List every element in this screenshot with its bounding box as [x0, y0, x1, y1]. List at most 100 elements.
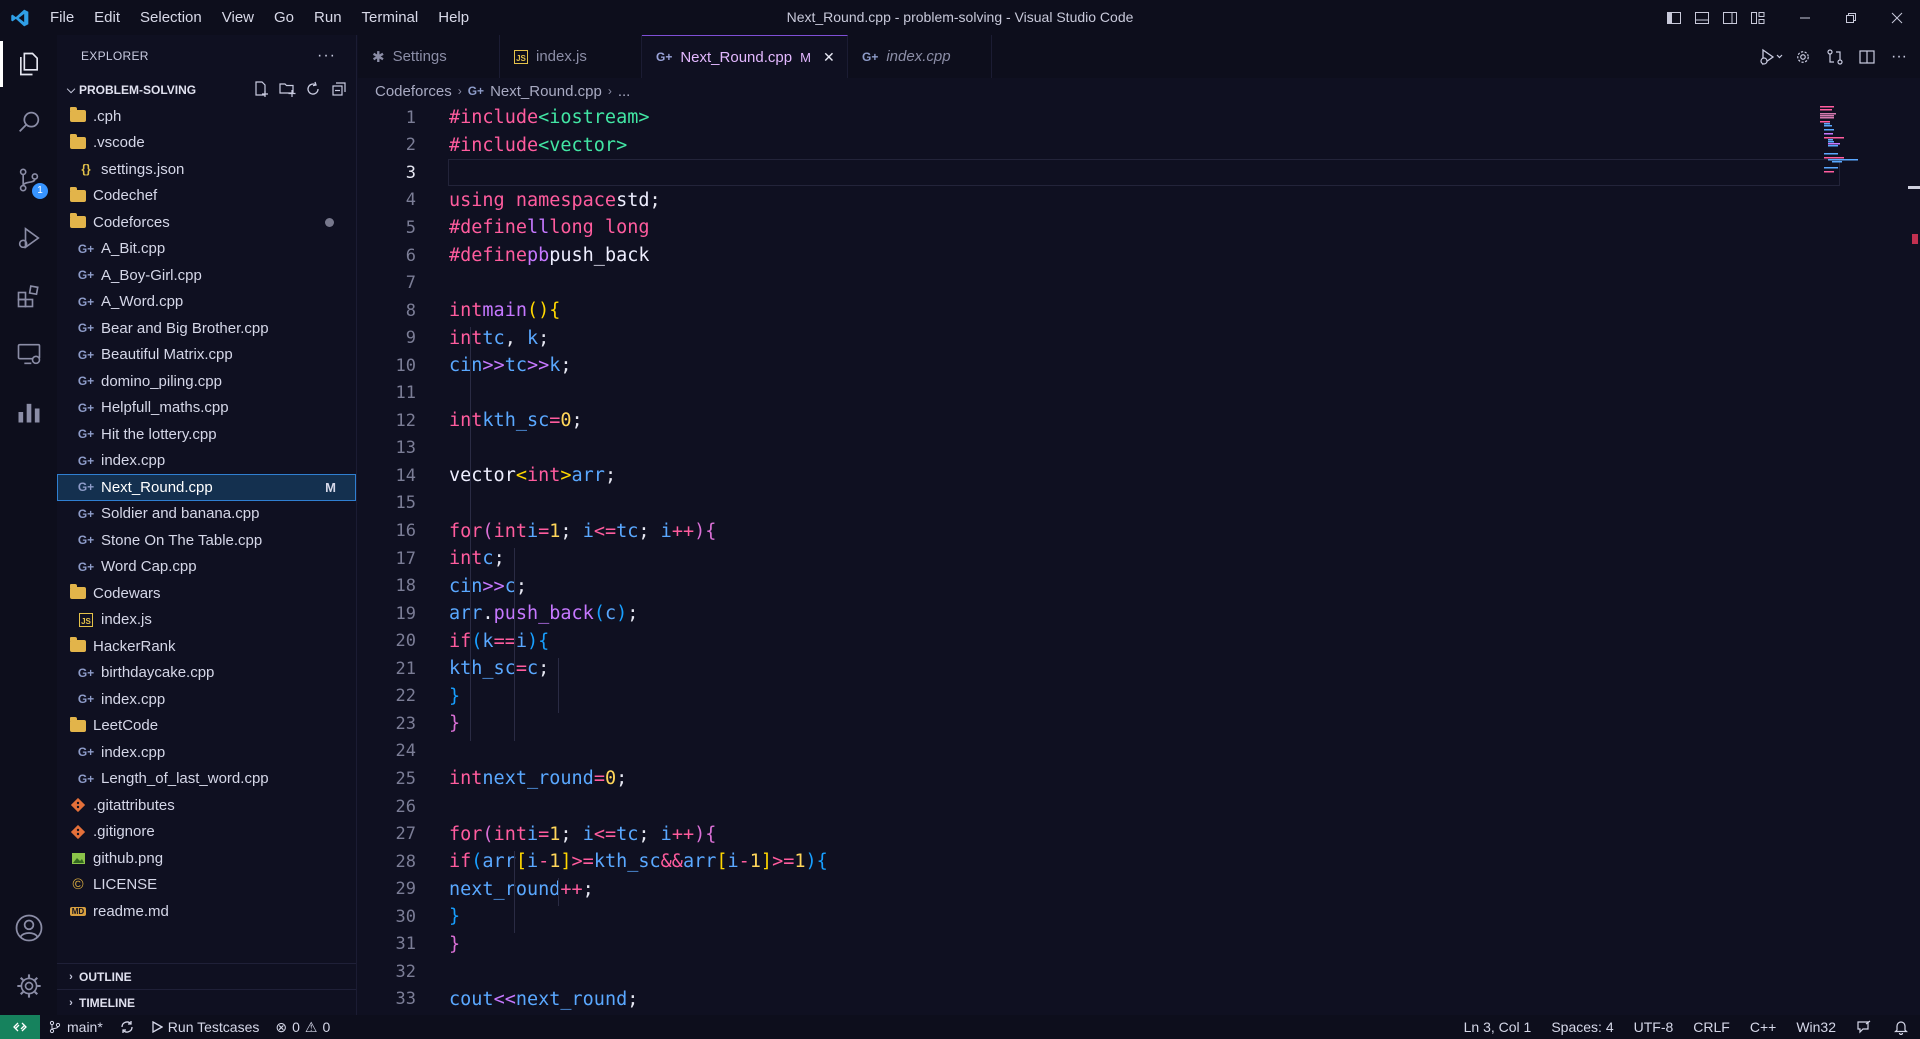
toggle-secondary-sidebar-icon[interactable] — [1716, 0, 1744, 35]
tree-file[interactable]: © LICENSE — [57, 872, 356, 899]
menu-terminal[interactable]: Terminal — [352, 0, 429, 35]
menu-view[interactable]: View — [212, 0, 264, 35]
remote-explorer-icon[interactable] — [0, 325, 57, 383]
tree-file[interactable]: JS index.js — [57, 607, 356, 634]
tree-file[interactable]: .gitattributes — [57, 792, 356, 819]
close-tab-icon[interactable]: ✕ — [823, 49, 835, 66]
problems-indicator[interactable]: ⊗ 0 ⚠ 0 — [267, 1015, 338, 1039]
notifications-bell-icon[interactable] — [1882, 1015, 1920, 1039]
tree-file[interactable]: G+ Soldier and banana.cpp — [57, 501, 356, 528]
settings-gear-icon[interactable] — [1790, 44, 1816, 70]
branch-indicator[interactable]: main* — [40, 1015, 111, 1039]
refresh-icon[interactable] — [304, 80, 322, 101]
menu-go[interactable]: Go — [264, 0, 304, 35]
toggle-panel-icon[interactable] — [1688, 0, 1716, 35]
end-of-line[interactable]: CRLF — [1683, 1015, 1740, 1039]
charts-icon[interactable] — [0, 383, 57, 441]
code-line[interactable]: next_round ++; — [449, 875, 594, 903]
code-line[interactable]: #define pb push_back — [449, 242, 650, 270]
tab-settings[interactable]: ✱ Settings — [358, 35, 500, 78]
code-line[interactable]: using namespace std; — [449, 187, 661, 215]
tree-file[interactable]: G+ index.cpp — [57, 739, 356, 766]
tree-folder[interactable]: HackerRank — [57, 633, 356, 660]
open-changes-icon[interactable] — [1822, 44, 1848, 70]
outline-section[interactable]: › OUTLINE — [57, 963, 356, 989]
new-file-icon[interactable] — [252, 80, 270, 101]
breadcrumb-file[interactable]: Next_Round.cpp — [490, 83, 602, 100]
code-line[interactable]: } — [449, 903, 460, 931]
manage-gear-icon[interactable] — [0, 957, 57, 1015]
feedback-icon[interactable] — [1846, 1015, 1882, 1039]
code-line[interactable]: #include <iostream> — [449, 104, 650, 132]
split-editor-icon[interactable] — [1854, 44, 1880, 70]
tree-folder[interactable]: Codeforces — [57, 209, 356, 236]
code-line[interactable]: #define ll long long — [449, 214, 650, 242]
code-editor[interactable]: 1 2 3 4 5 6 7 8 9 10 11 12 13 14 15 16 17 18 19 20 21 22 23 24 2… — [358, 104, 1920, 1015]
code-line[interactable]: } — [449, 931, 460, 959]
code-line[interactable]: } — [449, 683, 460, 711]
code-line[interactable]: cin >> c; — [449, 572, 527, 600]
tree-file[interactable]: G+ Stone On The Table.cpp — [57, 527, 356, 554]
platform[interactable]: Win32 — [1786, 1015, 1846, 1039]
tree-file[interactable]: MD readme.md — [57, 898, 356, 925]
toggle-primary-sidebar-icon[interactable] — [1660, 0, 1688, 35]
tree-folder[interactable]: Codechef — [57, 183, 356, 210]
tab-next-round-cpp[interactable]: G+ Next_Round.cpp M ✕ — [642, 35, 848, 78]
indentation[interactable]: Spaces: 4 — [1541, 1015, 1623, 1039]
menu-help[interactable]: Help — [428, 0, 479, 35]
tree-folder[interactable]: LeetCode — [57, 713, 356, 740]
menu-selection[interactable]: Selection — [130, 0, 212, 35]
tree-folder[interactable]: .vscode — [57, 130, 356, 157]
code-line[interactable]: arr. push_back(c); — [449, 600, 638, 628]
code-line[interactable]: if (k == i) { — [449, 627, 549, 655]
close-window-icon[interactable] — [1874, 0, 1920, 35]
tree-file[interactable]: G+ index.cpp — [57, 448, 356, 475]
tree-file[interactable]: G+ A_Boy-Girl.cpp — [57, 262, 356, 289]
tree-file[interactable]: G+ index.cpp — [57, 686, 356, 713]
code-line[interactable]: int main() { — [449, 297, 560, 325]
code-line[interactable]: #include <vector> — [449, 132, 627, 160]
tree-file[interactable]: G+ Hit the lottery.cpp — [57, 421, 356, 448]
tree-file[interactable]: G+ birthdaycake.cpp — [57, 660, 356, 687]
menu-run[interactable]: Run — [304, 0, 352, 35]
breadcrumb-symbols[interactable]: ... — [618, 83, 631, 100]
tab-index-js[interactable]: JS index.js — [500, 35, 642, 78]
more-actions-icon[interactable]: ··· — [1886, 44, 1912, 70]
code-line[interactable]: vector < int > arr; — [449, 462, 616, 490]
tree-folder[interactable]: Codewars — [57, 580, 356, 607]
sync-icon[interactable] — [111, 1015, 143, 1039]
tree-file[interactable]: G+ Word Cap.cpp — [57, 554, 356, 581]
code-line[interactable]: } — [449, 710, 460, 738]
account-icon[interactable] — [0, 899, 57, 957]
code-line[interactable]: int next_round = 0; — [449, 765, 627, 793]
encoding[interactable]: UTF-8 — [1624, 1015, 1684, 1039]
restore-icon[interactable] — [1828, 0, 1874, 35]
tree-file[interactable]: G+ Bear and Big Brother.cpp — [57, 315, 356, 342]
code-line[interactable]: int tc, k; — [449, 324, 549, 352]
language-mode[interactable]: C++ — [1740, 1015, 1786, 1039]
breadcrumb-folder[interactable]: Codeforces — [375, 83, 452, 100]
tree-file[interactable]: G+ Helpfull_maths.cpp — [57, 395, 356, 422]
remote-indicator-icon[interactable] — [0, 1015, 40, 1039]
code-line[interactable]: if (arr[i - 1] >= kth_sc && arr[i -1] >=… — [449, 848, 828, 876]
code-line[interactable]: kth_sc = c; — [449, 655, 549, 683]
run-testcases-button[interactable]: Run Testcases — [143, 1015, 268, 1039]
code-line[interactable]: cin >> tc >> k; — [449, 352, 572, 380]
run-code-icon[interactable] — [1758, 44, 1784, 70]
collapse-all-icon[interactable] — [330, 80, 348, 101]
tree-file[interactable]: G+ A_Word.cpp — [57, 289, 356, 316]
tree-file[interactable]: github.png — [57, 845, 356, 872]
tree-file[interactable]: G+ Beautiful Matrix.cpp — [57, 342, 356, 369]
tree-file[interactable]: .gitignore — [57, 819, 356, 846]
menu-edit[interactable]: Edit — [84, 0, 130, 35]
minimize-icon[interactable] — [1782, 0, 1828, 35]
code-line[interactable]: for (int i = 1; i <= tc; i ++) { — [449, 820, 716, 848]
menu-file[interactable]: File — [40, 0, 84, 35]
code-line[interactable]: cout << next_round; — [449, 986, 638, 1014]
tree-folder[interactable]: .cph — [57, 103, 356, 130]
tree-file[interactable]: G+ domino_piling.cpp — [57, 368, 356, 395]
tree-file[interactable]: G+ A_Bit.cpp — [57, 236, 356, 263]
tree-file[interactable]: G+ Next_Round.cpp M — [57, 474, 356, 501]
tab-index-cpp[interactable]: G+ index.cpp — [848, 35, 992, 78]
new-folder-icon[interactable] — [278, 80, 296, 101]
